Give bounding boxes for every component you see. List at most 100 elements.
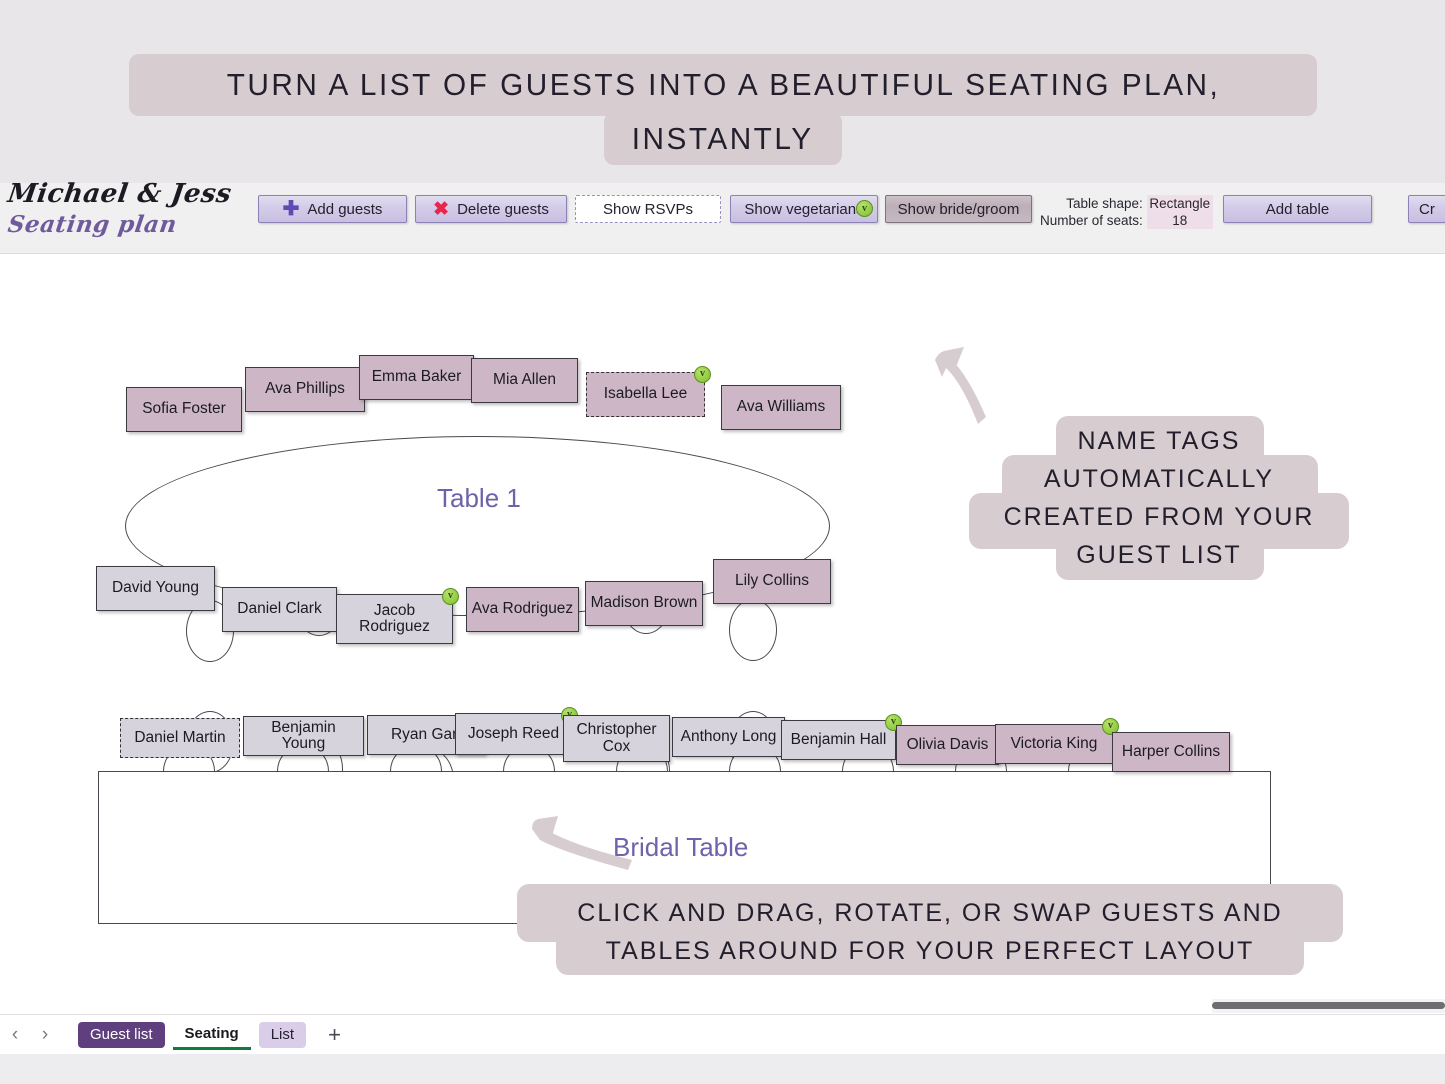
number-of-seats-row: Number of seats: 18 (1040, 212, 1213, 229)
table-shape-row: Table shape: Rectangle (1040, 195, 1213, 212)
sheet-prev-arrow[interactable]: ‹ (0, 1024, 30, 1046)
name-tag-label: Ava Rodriguez (471, 600, 574, 618)
name-tag[interactable]: Lily Collins (713, 559, 831, 604)
name-tag-label: Anthony Long (680, 727, 777, 745)
add-guests-label: Add guests (307, 200, 383, 218)
plus-icon: ✚ (282, 198, 300, 220)
table-shape-value[interactable]: Rectangle (1146, 195, 1213, 212)
sheet-tab-label: List (270, 1026, 295, 1043)
name-tag-label: Sofia Foster (142, 400, 226, 418)
name-tag[interactable]: Christopher Cox (563, 715, 670, 762)
name-tag-label: Daniel Clark (237, 600, 322, 618)
chair[interactable] (729, 599, 777, 661)
name-tag-label: Emma Baker (371, 368, 462, 386)
sheet-next-arrow[interactable]: › (30, 1024, 60, 1046)
name-tag-label: Isabella Lee (603, 385, 688, 403)
vegetarian-badge-icon: v (694, 366, 711, 383)
name-tag-label: Harper Collins (1121, 742, 1221, 760)
name-tag-label: Madison Brown (590, 594, 698, 612)
promo-headline-line1: TURN A LIST OF GUESTS INTO A BEAUTIFUL S… (129, 54, 1317, 116)
name-tag[interactable]: Joseph Reed v (455, 707, 578, 755)
brand-subtitle: Seating plan (6, 211, 179, 238)
promo-headline-line2-text: INSTANTLY (632, 120, 814, 156)
name-tag[interactable]: Daniel Clark (222, 587, 337, 632)
name-tag-label: Christopher Cox (576, 721, 657, 755)
sheet-tab-seating[interactable]: Seating (172, 1019, 251, 1050)
brand-couple-names: Michael & Jess (5, 179, 234, 209)
add-table-label: Add table (1265, 200, 1330, 218)
number-of-seats-label: Number of seats: (1040, 213, 1143, 228)
app-toolbar: Michael & Jess Seating plan ✚ Add guests… (0, 179, 1445, 254)
vegetarian-badge-icon: v (856, 200, 873, 217)
name-tag-label: Ryan Garc (390, 725, 466, 743)
name-tag[interactable]: Benjamin Young (243, 716, 364, 756)
number-of-seats-value[interactable]: 18 (1146, 212, 1213, 229)
callout-right-line1: NAME TAGS (1077, 427, 1241, 455)
name-tag-label: Ava Williams (736, 398, 826, 416)
callout-arrow-bottom-icon (532, 816, 632, 870)
promo-headline-line1-text: TURN A LIST OF GUESTS INTO A BEAUTIFUL S… (226, 67, 1220, 102)
sheet-tab-label: Guest list (90, 1026, 153, 1043)
name-tag-label: Benjamin Young (271, 718, 336, 752)
name-tag[interactable]: David Young (96, 566, 215, 611)
show-rsvps-label: Show RSVPs (602, 200, 694, 218)
name-tag-label: Lily Collins (734, 572, 810, 590)
promo-banner: TURN A LIST OF GUESTS INTO A BEAUTIFUL S… (0, 0, 1445, 183)
name-tag[interactable]: Ava Rodriguez (466, 587, 579, 632)
table-properties-group: Table shape: Rectangle Number of seats: … (1040, 195, 1213, 229)
name-tag[interactable]: Isabella Lee v (586, 366, 711, 417)
status-bar (0, 1054, 1445, 1084)
name-tag-label: Ava Phillips (265, 380, 345, 398)
callout-bottom-line2: TABLES AROUND FOR YOUR PERFECT LAYOUT (605, 937, 1255, 965)
name-tag-label: Victoria King (1010, 734, 1098, 752)
callout-bottom: CLICK AND DRAG, ROTATE, OR SWAP GUESTS A… (517, 894, 1343, 970)
callout-right-line3: CREATED FROM YOUR (1003, 503, 1315, 531)
delete-guests-button[interactable]: ✖ Delete guests (415, 195, 567, 223)
name-tag[interactable]: Madison Brown (585, 581, 703, 626)
create-button-label: Cr (1419, 200, 1435, 218)
name-tag-label: Joseph Reed (467, 724, 560, 742)
name-tag[interactable]: Mia Allen (471, 358, 578, 403)
sheet-tab-guest-list[interactable]: Guest list (78, 1021, 165, 1048)
name-tag[interactable]: Daniel Martin (120, 718, 240, 758)
horizontal-scrollbar-thumb[interactable] (1212, 1002, 1445, 1009)
sheet-tab-bar: ‹ › Guest list Seating List + (0, 1014, 1445, 1054)
close-icon: ✖ (433, 198, 450, 220)
table-shape-label: Table shape: (1066, 196, 1143, 211)
name-tag[interactable]: Olivia Davis (896, 725, 999, 765)
show-bride-groom-label: Show bride/groom (897, 200, 1020, 218)
show-rsvps-button[interactable]: Show RSVPs (575, 195, 721, 223)
name-tag-label: Mia Allen (493, 371, 556, 389)
name-tag-label: Daniel Martin (134, 728, 226, 746)
add-guests-button[interactable]: ✚ Add guests (258, 195, 407, 223)
vegetarian-badge-icon: v (442, 588, 459, 605)
add-table-button[interactable]: Add table (1223, 195, 1372, 223)
delete-guests-label: Delete guests (457, 200, 549, 218)
add-sheet-button[interactable]: + (328, 1022, 341, 1048)
sheet-tab-list[interactable]: List (258, 1021, 307, 1048)
name-tag[interactable]: Ava Phillips (245, 367, 365, 412)
callout-right-line4: GUEST LIST (1076, 541, 1242, 569)
callout-right-line2: AUTOMATICALLY (1043, 465, 1275, 493)
promo-headline-line2: INSTANTLY (604, 112, 842, 165)
name-tag-label: Jacob Rodriguez (359, 601, 430, 635)
name-tag[interactable]: Victoria King v (995, 718, 1119, 764)
name-tag[interactable]: Benjamin Hall v (781, 714, 902, 760)
create-button-truncated[interactable]: Cr (1408, 195, 1445, 223)
name-tag[interactable]: Ava Williams (721, 385, 841, 430)
show-vegetarians-button[interactable]: Show vegetarians v (730, 195, 878, 223)
callout-right: NAME TAGS AUTOMATICALLY CREATED FROM YOU… (969, 422, 1349, 574)
name-tag[interactable]: Harper Collins (1112, 732, 1230, 772)
table-1-label: Table 1 (437, 483, 521, 513)
name-tag-label: Olivia Davis (906, 735, 989, 753)
sheet-tab-label: Seating (184, 1024, 239, 1042)
brand-block: Michael & Jess Seating plan (5, 179, 234, 238)
show-vegetarians-label: Show vegetarians (744, 200, 864, 218)
show-bride-groom-button[interactable]: Show bride/groom (885, 195, 1032, 223)
name-tag[interactable]: Anthony Long (672, 717, 785, 757)
screenshot-root: TURN A LIST OF GUESTS INTO A BEAUTIFUL S… (0, 0, 1445, 1084)
name-tag[interactable]: Jacob Rodriguez v (336, 588, 459, 644)
callout-bottom-line1: CLICK AND DRAG, ROTATE, OR SWAP GUESTS A… (577, 899, 1283, 927)
name-tag[interactable]: Sofia Foster (126, 387, 242, 432)
name-tag[interactable]: Emma Baker (359, 355, 474, 400)
